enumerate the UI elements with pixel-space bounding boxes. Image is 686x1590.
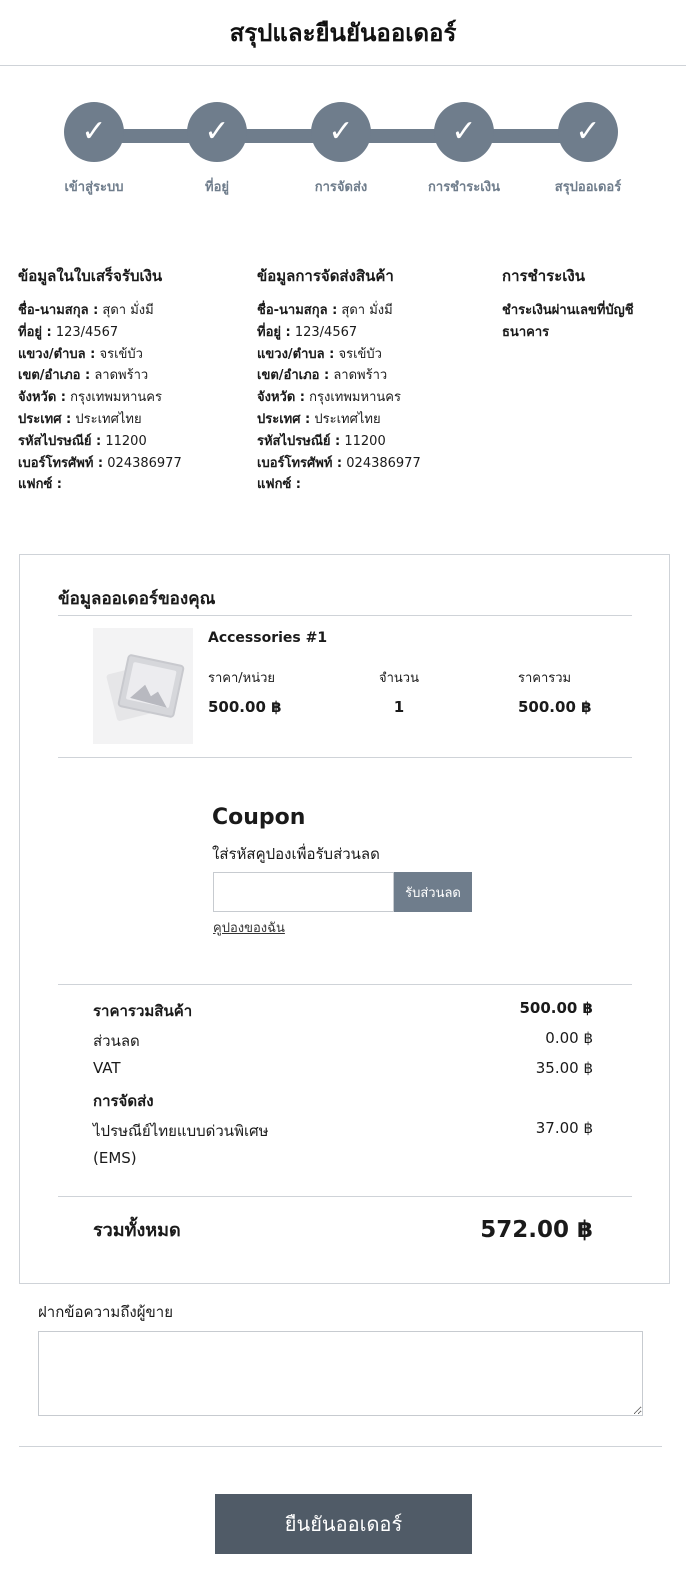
billing-subdistrict: แขวง/ตำบล : จรเข้บัว: [18, 346, 143, 362]
unit-price-col: ราคา/หน่วย 500.00 ฿: [208, 667, 282, 716]
seller-note-textarea[interactable]: [38, 1331, 643, 1416]
subtotal-label: ราคารวมสินค้า: [93, 1002, 193, 1020]
billing-country: ประเทศ : ประเทศไทย: [18, 411, 142, 427]
shipping-method-label-cont: (EMS): [93, 1149, 137, 1167]
order-summary-box: ข้อมูลออเดอร์ของคุณ Accessories #1 ราคา/…: [19, 554, 670, 1284]
step-label: การชำระเงิน: [428, 180, 500, 195]
coupon-description: ใส่รหัสคูปองเพื่อรับส่วนลด: [212, 845, 380, 863]
payment-info: การชำระเงิน ชำระเงินผ่านเลขที่บัญชี ธนาค…: [502, 266, 672, 344]
payment-title: การชำระเงิน: [502, 267, 585, 285]
billing-name: ชื่อ-นามสกุล : สุดา มั่งมี: [18, 303, 154, 318]
shipping-fax: แฟกซ์ :: [257, 477, 302, 493]
step-login[interactable]: ✓ เข้าสู่ระบบ: [39, 102, 149, 197]
payment-method-line1: ชำระเงินผ่านเลขที่บัญชี: [502, 303, 634, 318]
step-label: เข้าสู่ระบบ: [64, 180, 124, 195]
vat-value: 35.00 ฿: [535, 1059, 593, 1077]
shipping-name: ชื่อ-นามสกุล : สุดา มั่งมี: [257, 303, 393, 318]
shipping-heading-row: การจัดส่ง: [93, 1089, 593, 1113]
product-image-placeholder: [93, 628, 193, 744]
shipping-country: ประเทศ : ประเทศไทย: [257, 411, 381, 427]
grand-total-value: 572.00 ฿: [480, 1216, 593, 1243]
shipping-subdistrict: แขวง/ตำบล : จรเข้บัว: [257, 346, 382, 362]
step-label: ที่อยู่: [205, 180, 229, 195]
seller-note-label: ฝากข้อความถึงผู้ขาย: [38, 1303, 173, 1321]
grand-total-label: รวมทั้งหมด: [93, 1220, 181, 1241]
customer-info-section: ข้อมูลในใบเสร็จรับเงิน ชื่อ-นามสกุล : สุ…: [0, 216, 686, 506]
billing-province: จังหวัด : กรุงเทพมหานคร: [18, 390, 162, 406]
shipping-address: ที่อยู่ : 123/4567: [257, 324, 358, 340]
billing-info: ข้อมูลในใบเสร็จรับเงิน ชื่อ-นามสกุล : สุ…: [18, 266, 248, 496]
divider: [58, 1196, 632, 1197]
shipping-cost-row: ไปรษณีย์ไทยแบบด่วนพิเศษ 37.00 ฿: [93, 1119, 593, 1143]
shipping-info: ข้อมูลการจัดส่งสินค้า ชื่อ-นามสกุล : สุด…: [257, 266, 487, 496]
shipping-heading: การจัดส่ง: [93, 1092, 154, 1110]
checkout-stepper: ✓ เข้าสู่ระบบ ✓ ที่อยู่ ✓ การจัดส่ง ✓ กา…: [0, 66, 686, 216]
shipping-method-row: (EMS): [93, 1149, 593, 1167]
subtotal-row: ราคารวมสินค้า 500.00 ฿: [93, 999, 593, 1023]
subtotal-value: 500.00 ฿: [519, 999, 593, 1017]
billing-district: เขต/อำเภอ : ลาดพร้าว: [18, 368, 149, 384]
step-shipping[interactable]: ✓ การจัดส่ง: [286, 102, 396, 197]
billing-phone: เบอร์โทรศัพท์ : 024386977: [18, 455, 182, 471]
unit-price-label: ราคา/หน่วย: [208, 671, 276, 686]
quantity-value: 1: [393, 698, 405, 716]
quantity-label: จำนวน: [379, 671, 419, 686]
product-name: Accessories #1: [208, 630, 328, 646]
billing-postcode: รหัสไปรษณีย์ : 11200: [18, 433, 147, 449]
divider: [19, 1446, 662, 1447]
coupon-title: Coupon: [212, 805, 306, 830]
shipping-title: ข้อมูลการจัดส่งสินค้า: [257, 267, 394, 285]
check-icon: ✓: [434, 102, 494, 162]
discount-label: ส่วนลด: [93, 1032, 140, 1050]
coupon-input[interactable]: [213, 872, 394, 912]
divider: [58, 757, 632, 758]
line-total-col: ราคารวม 500.00 ฿: [518, 667, 592, 716]
shipping-cost-value: 37.00 ฿: [535, 1119, 593, 1137]
line-total-label: ราคารวม: [518, 671, 572, 686]
shipping-postcode: รหัสไปรษณีย์ : 11200: [257, 433, 386, 449]
discount-row: ส่วนลด 0.00 ฿: [93, 1029, 593, 1053]
image-icon: [106, 654, 185, 721]
step-label: การจัดส่ง: [314, 180, 368, 195]
check-icon: ✓: [558, 102, 618, 162]
check-icon: ✓: [187, 102, 247, 162]
step-address[interactable]: ✓ ที่อยู่: [162, 102, 272, 197]
shipping-method-label: ไปรษณีย์ไทยแบบด่วนพิเศษ: [93, 1122, 269, 1140]
order-title: ข้อมูลออเดอร์ของคุณ: [58, 589, 216, 609]
my-coupons-link[interactable]: คูปองของฉัน: [213, 917, 285, 938]
vat-row: VAT 35.00 ฿: [93, 1059, 593, 1077]
shipping-district: เขต/อำเภอ : ลาดพร้าว: [257, 368, 388, 384]
divider: [58, 984, 632, 985]
shipping-province: จังหวัด : กรุงเทพมหานคร: [257, 390, 401, 406]
step-summary[interactable]: ✓ สรุปออเดอร์: [533, 102, 643, 197]
payment-method-line2: ธนาคาร: [502, 324, 550, 340]
billing-title: ข้อมูลในใบเสร็จรับเงิน: [18, 267, 163, 285]
check-icon: ✓: [64, 102, 124, 162]
shipping-phone: เบอร์โทรศัพท์ : 024386977: [257, 455, 421, 471]
divider: [58, 615, 632, 616]
step-payment[interactable]: ✓ การชำระเงิน: [409, 102, 519, 197]
billing-address: ที่อยู่ : 123/4567: [18, 324, 119, 340]
quantity-col: จำนวน 1: [379, 667, 419, 716]
confirm-order-button[interactable]: ยืนยันออเดอร์: [215, 1494, 472, 1554]
page-title: สรุปและยืนยันออเดอร์: [229, 19, 457, 47]
step-label: สรุปออเดอร์: [554, 180, 622, 195]
grand-total-row: รวมทั้งหมด 572.00 ฿: [93, 1215, 593, 1244]
vat-label: VAT: [93, 1059, 121, 1077]
check-icon: ✓: [311, 102, 371, 162]
page-header: สรุปและยืนยันออเดอร์: [0, 0, 686, 66]
discount-value: 0.00 ฿: [545, 1029, 593, 1047]
billing-fax: แฟกซ์ :: [18, 477, 63, 493]
line-total-value: 500.00 ฿: [518, 698, 592, 716]
apply-coupon-button[interactable]: รับส่วนลด: [394, 872, 472, 912]
unit-price-value: 500.00 ฿: [208, 698, 282, 716]
